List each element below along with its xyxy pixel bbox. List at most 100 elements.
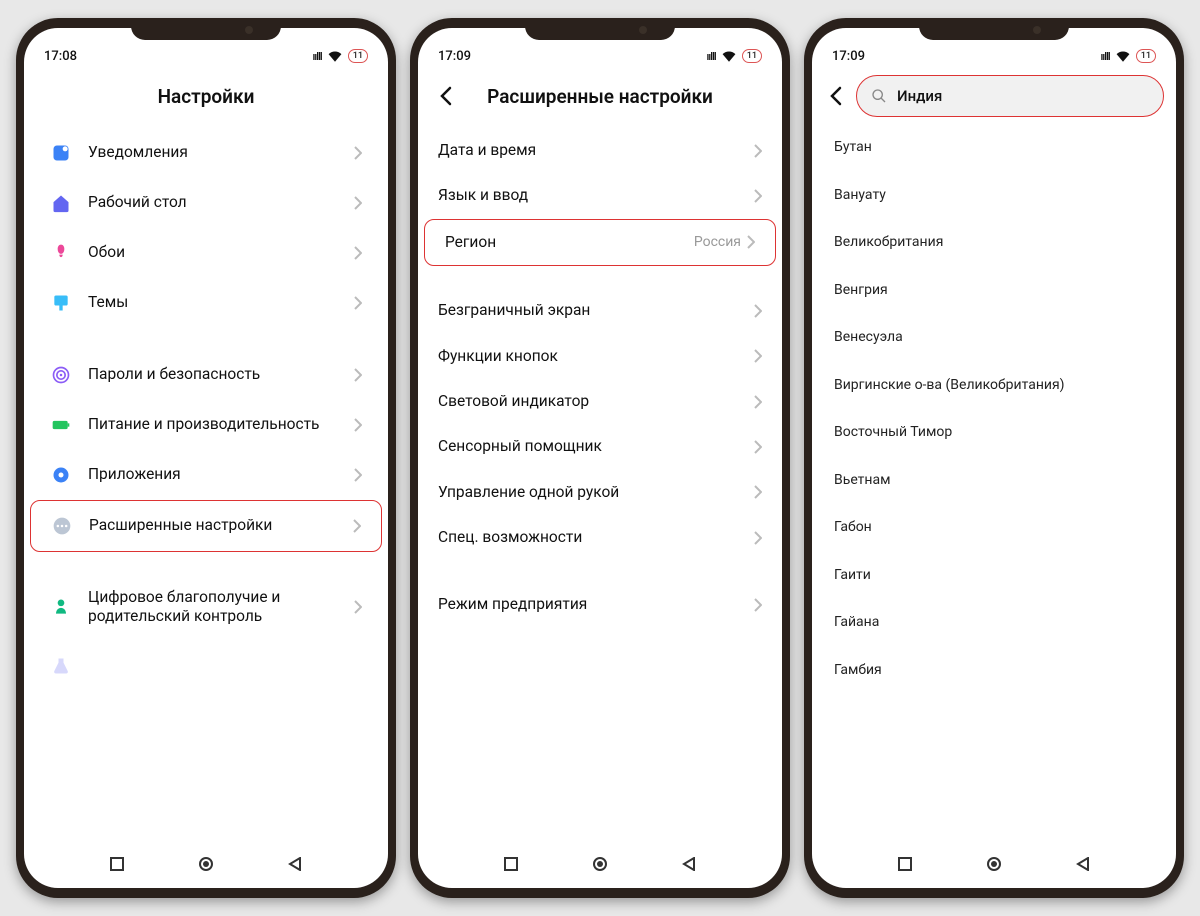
country-label: Гаити [834,567,1154,585]
country-label: Гайана [834,614,1154,632]
country-item[interactable]: Виргинские о-ва (Великобритания) [812,362,1176,410]
row-label: Управление одной рукой [438,483,754,502]
country-item[interactable]: Габон [812,504,1176,552]
nav-recent-button[interactable] [108,855,126,873]
row-label: Режим предприятия [438,595,754,614]
nav-home-button[interactable] [591,855,609,873]
signal-icon: ıılll [1101,50,1110,63]
chevron-right-icon [747,235,755,249]
country-label: Венгрия [834,282,1154,300]
country-item[interactable]: Вануату [812,172,1176,220]
search-icon [871,88,887,104]
row-region[interactable]: Регион Россия [424,219,776,266]
battery-perf-icon [50,414,72,436]
signal-icon: ıılll [707,50,716,63]
row-wellbeing[interactable]: Цифровое благополучие и родительский кон… [30,574,382,641]
home-icon [50,192,72,214]
row-accessibility[interactable]: Спец. возможности [418,515,782,560]
back-button[interactable] [434,84,458,108]
row-label: Уведомления [88,143,338,162]
wellbeing-icon [50,596,72,618]
wifi-icon [722,51,736,62]
row-label: Язык и ввод [438,186,754,205]
row-battery[interactable]: Питание и производительность [30,400,382,450]
chevron-right-icon [354,196,362,210]
screen-1: 17:08 ıılll 11 Настройки Уведомления Раб… [24,28,388,888]
row-wallpaper[interactable]: Обои [30,228,382,278]
country-item[interactable]: Гайана [812,599,1176,647]
country-item[interactable]: Венгрия [812,267,1176,315]
nav-home-button[interactable] [197,855,215,873]
country-item[interactable]: Великобритания [812,219,1176,267]
search-input[interactable]: Индия [856,75,1164,117]
nav-back-button[interactable] [1074,855,1092,873]
row-led[interactable]: Световой индикатор [418,379,782,424]
country-item[interactable]: Венесуэла [812,314,1176,362]
row-label: Безграничный экран [438,301,754,320]
search-value: Индия [897,87,942,105]
row-language[interactable]: Язык и ввод [418,173,782,218]
chevron-right-icon [353,519,361,533]
row-label: Приложения [88,465,338,484]
row-label: Пароли и безопасность [88,365,338,384]
country-label: Великобритания [834,234,1154,252]
nav-home-button[interactable] [985,855,1003,873]
country-item[interactable]: Гамбия [812,647,1176,695]
status-icons: ıılll 11 [1101,49,1156,63]
chevron-right-icon [354,368,362,382]
row-label: Световой индикатор [438,392,754,411]
country-item[interactable]: Восточный Тимор [812,409,1176,457]
status-icons: ıılll 11 [313,49,368,63]
nav-recent-button[interactable] [896,855,914,873]
row-button-functions[interactable]: Функции кнопок [418,334,782,379]
row-security[interactable]: Пароли и безопасность [30,350,382,400]
phone-notch [131,18,281,40]
chevron-right-icon [354,418,362,432]
chevron-right-icon [354,296,362,310]
phone-frame-2: 17:09 ıılll 11 Расширенные настройки Дат… [410,18,790,898]
row-label: Сенсорный помощник [438,437,754,456]
nav-back-button[interactable] [286,855,304,873]
page-title: Настройки [158,85,255,108]
advanced-settings-list[interactable]: Дата и время Язык и ввод Регион Россия Б… [418,124,782,840]
row-apps[interactable]: Приложения [30,450,382,500]
search-header: Индия [812,68,1176,124]
chevron-right-icon [354,246,362,260]
phone-frame-3: 17:09 ıılll 11 Индия Бутан Вануату Великоб… [804,18,1184,898]
country-label: Бутан [834,139,1154,157]
nav-back-button[interactable] [680,855,698,873]
nav-bar [812,840,1176,888]
clock: 17:09 [832,49,865,64]
chevron-right-icon [354,468,362,482]
row-fullscreen[interactable]: Безграничный экран [418,288,782,333]
row-datetime[interactable]: Дата и время [418,128,782,173]
chevron-right-icon [354,146,362,160]
row-enterprise[interactable]: Режим предприятия [418,582,782,627]
row-label: Обои [88,243,338,262]
row-themes[interactable]: Темы [30,278,382,328]
country-list[interactable]: Бутан Вануату Великобритания Венгрия Венесуэ… [812,124,1176,840]
row-cutoff[interactable] [30,641,382,691]
row-label: Регион [445,233,694,252]
row-onehand[interactable]: Управление одной рукой [418,470,782,515]
row-home[interactable]: Рабочий стол [30,178,382,228]
row-quickball[interactable]: Сенсорный помощник [418,424,782,469]
nav-recent-button[interactable] [502,855,520,873]
phone-frame-1: 17:08 ıılll 11 Настройки Уведомления Раб… [16,18,396,898]
row-label: Спец. возможности [438,528,754,547]
page-header: Настройки [24,68,388,124]
settings-list[interactable]: Уведомления Рабочий стол Обои Темы [24,124,388,840]
phone-notch [919,18,1069,40]
row-label: Рабочий стол [88,193,338,212]
back-button[interactable] [824,84,848,108]
battery-icon: 11 [742,49,762,63]
country-item[interactable]: Вьетнам [812,457,1176,505]
country-label: Габон [834,519,1154,537]
row-advanced-settings[interactable]: Расширенные настройки [30,500,382,552]
country-item[interactable]: Бутан [812,124,1176,172]
page-header: Расширенные настройки [418,68,782,124]
country-item[interactable]: Гаити [812,552,1176,600]
chevron-right-icon [754,304,762,318]
row-label: Темы [88,293,338,312]
row-notifications[interactable]: Уведомления [30,128,382,178]
